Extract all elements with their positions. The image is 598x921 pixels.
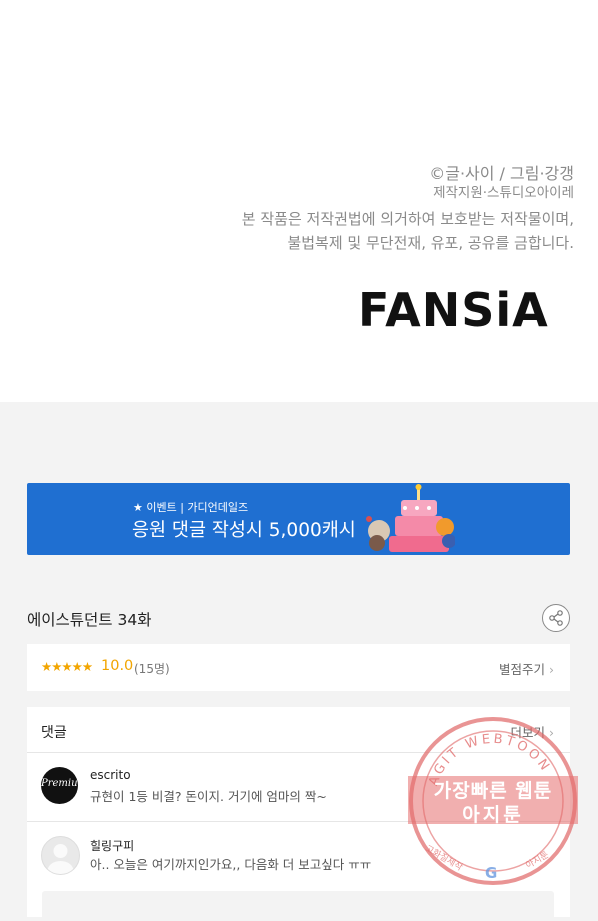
comment-username[interactable]: escrito xyxy=(90,768,131,782)
rating-bar: ★★★★★ 10.0 (15명) 별점주기 › xyxy=(27,644,570,691)
more-label: 더보기 xyxy=(510,725,546,740)
event-banner[interactable]: ★ 이벤트 | 가디언데일즈 응원 댓글 작성시 5,000캐시 xyxy=(27,483,570,555)
rating-score: 10.0 xyxy=(101,658,134,674)
banner-event-label: ★ 이벤트 | 가디언데일즈 xyxy=(133,501,249,514)
rate-button[interactable]: 별점주기 › xyxy=(499,659,554,678)
rate-label: 별점주기 xyxy=(499,662,546,677)
share-button[interactable] xyxy=(542,604,570,632)
comments-header: 댓글 xyxy=(41,725,67,741)
webtoon-end-panel: ©글·사이 / 그림·강갱 제작지원·스튜디오아이레 본 작품은 저작권법에 의… xyxy=(0,0,598,402)
copyright-notice: 본 작품은 저작권법에 의거하여 보호받는 저작물이며, 불법복제 및 무단전재… xyxy=(242,207,574,255)
fansia-logo: FANSiA xyxy=(358,283,549,337)
more-comments-button[interactable]: 더보기 › xyxy=(511,722,555,741)
comment-username[interactable]: 힐링구피 xyxy=(90,837,134,854)
rating-stars: ★★★★★ xyxy=(41,659,93,674)
avatar[interactable] xyxy=(41,836,80,875)
divider xyxy=(27,752,570,753)
share-icon xyxy=(549,610,563,626)
comment-text: 규현이 1등 비결? 돈이지. 거기에 엄마의 짝~ xyxy=(90,789,327,804)
cake-illustration-icon xyxy=(366,484,455,552)
watermark-line-1: 가장빠른 웹툰 xyxy=(433,780,553,802)
avatar-icon xyxy=(47,844,74,874)
copyright-line-1: 본 작품은 저작권법에 의거하여 보호받는 저작물이며, xyxy=(241,210,574,228)
comment-input-box[interactable] xyxy=(42,891,554,921)
copyright-line-2: 불법복제 및 무단전재, 유포, 공유를 금합니다. xyxy=(287,234,574,252)
rating-count: (15명) xyxy=(134,662,170,676)
chevron-right-icon: › xyxy=(549,662,554,677)
chevron-right-icon: › xyxy=(549,725,554,740)
production-credit: 제작지원·스튜디오아이레 xyxy=(433,185,574,201)
comment-text: 아.. 오늘은 여기까지인가요,, 다음화 더 보고싶다 ㅠㅠ xyxy=(90,857,372,872)
watermark-line-2: 아지툰 xyxy=(462,804,524,826)
episode-title: 에이스튜던트 34화 xyxy=(27,611,152,629)
avatar[interactable]: Premium xyxy=(41,767,78,804)
avatar-premium-text: Premium xyxy=(41,778,78,789)
banner-headline: 응원 댓글 작성시 5,000캐시 xyxy=(132,520,356,541)
